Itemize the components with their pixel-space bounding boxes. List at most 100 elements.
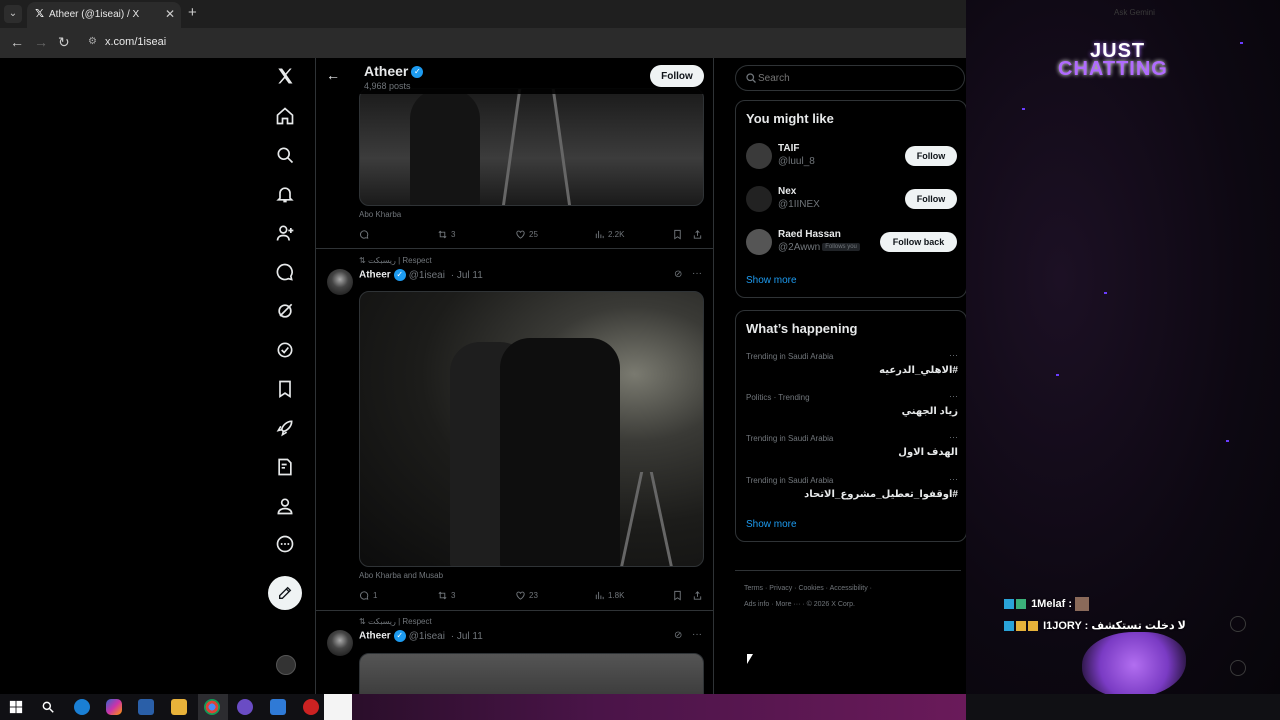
follow-button[interactable]: Follow	[650, 65, 704, 87]
suggestion-name[interactable]: Nex	[778, 186, 796, 197]
repost-count: 3	[451, 591, 456, 600]
forward-arrow-icon[interactable]: →	[34, 34, 48, 50]
like-button[interactable]: 25	[515, 229, 538, 240]
profile-icon[interactable]	[272, 493, 298, 519]
search-input[interactable]	[758, 73, 938, 84]
post-handle[interactable]: @1iseai	[409, 631, 445, 642]
tab-atheer[interactable]: 𝕏 Atheer (@1iseai) / X ✕	[27, 2, 181, 28]
taskbar-search-icon[interactable]	[40, 699, 56, 715]
grok-explain-icon[interactable]: ⊘	[674, 630, 682, 641]
edge-icon[interactable]	[74, 699, 90, 715]
url-field[interactable]: x.com/1iseai	[105, 36, 166, 48]
trend-item[interactable]: Trending in Saudi Arabia ··· #اوقفوا_تعط…	[746, 474, 958, 508]
verified-icon[interactable]	[272, 337, 298, 363]
reload-icon[interactable]: ↻	[58, 34, 70, 51]
windows-start-icon[interactable]	[8, 699, 24, 715]
suggestion-row[interactable]: Raed Hassan @2Awwn Follows you Follow bac…	[746, 227, 958, 257]
compose-button[interactable]	[268, 576, 302, 610]
copilot-icon[interactable]	[106, 699, 122, 715]
post-3-avatar[interactable]	[327, 630, 353, 656]
repost-button[interactable]: 3	[437, 590, 455, 601]
share-icon[interactable]	[692, 590, 703, 601]
add-user-icon[interactable]	[272, 220, 298, 246]
grok-icon[interactable]	[272, 298, 298, 324]
post-1-image[interactable]	[359, 88, 704, 206]
show-more-link[interactable]: Show more	[746, 519, 797, 530]
trend-more-icon[interactable]: ···	[949, 432, 958, 442]
post-more-icon[interactable]: ···	[692, 268, 702, 279]
post-handle[interactable]: @1iseai	[409, 270, 445, 281]
share-icon[interactable]	[692, 229, 703, 240]
search-icon[interactable]	[272, 142, 298, 168]
chat-badge-icon	[1016, 599, 1026, 609]
new-tab-button[interactable]: +	[188, 4, 197, 21]
taskbar-overlay	[352, 694, 966, 720]
verified-badge-icon: ✓	[393, 269, 406, 281]
reply-button[interactable]	[359, 229, 373, 240]
trend-more-icon[interactable]: ···	[949, 391, 958, 401]
back-arrow-icon[interactable]: ←	[10, 34, 24, 50]
post-date[interactable]: · Jul 11	[451, 631, 483, 642]
chrome-icon[interactable]	[204, 699, 220, 715]
grok-chat-icon[interactable]	[272, 259, 298, 285]
trend-more-icon[interactable]: ···	[949, 474, 958, 484]
post-more-icon[interactable]: ···	[692, 629, 702, 640]
x-logo-icon[interactable]	[272, 63, 298, 89]
mouse-cursor	[747, 654, 753, 664]
suggestion-row[interactable]: TAIF @luul_8 Follow	[746, 141, 958, 171]
grok-explain-icon[interactable]: ⊘	[674, 269, 682, 280]
discord-icon[interactable]	[237, 699, 253, 715]
like-button[interactable]: 23	[515, 590, 538, 601]
app-icon[interactable]	[270, 699, 286, 715]
views-button[interactable]: 2.2K	[594, 229, 624, 240]
post-author[interactable]: Atheer	[359, 270, 391, 281]
suggestion-handle: @luul_8	[778, 156, 815, 167]
bookmark-icon[interactable]	[272, 376, 298, 402]
back-arrow-icon[interactable]: ←	[326, 67, 340, 83]
trend-item[interactable]: Trending in Saudi Arabia ··· الهدف الاول	[746, 432, 958, 466]
avatar[interactable]	[746, 143, 772, 169]
follow-button[interactable]: Follow	[905, 189, 957, 209]
account-avatar[interactable]	[276, 655, 296, 675]
post-author[interactable]: Atheer	[359, 631, 391, 642]
views-button[interactable]: 1.8K	[594, 590, 624, 601]
bookmark-post-icon[interactable]	[672, 229, 683, 240]
chat-badge-icon	[1004, 599, 1014, 609]
footer-links[interactable]: Terms · Privacy · Cookies · Accessibilit…	[744, 585, 872, 592]
post-2-avatar[interactable]	[327, 269, 353, 295]
bell-icon[interactable]	[272, 181, 298, 207]
suggestion-name[interactable]: TAIF	[778, 143, 799, 154]
views-icon	[595, 230, 604, 239]
suggestion-name[interactable]: Raed Hassan	[778, 229, 841, 240]
reply-button[interactable]: 1	[359, 590, 377, 601]
like-count: 23	[529, 591, 538, 600]
store-icon[interactable]	[138, 699, 154, 715]
follow-button[interactable]: Follow	[905, 146, 957, 166]
show-more-link[interactable]: Show more	[746, 275, 797, 286]
trend-item[interactable]: Trending in Saudi Arabia ··· #الاهلي_الد…	[746, 350, 958, 384]
rocket-icon[interactable]	[272, 415, 298, 441]
post-2-image[interactable]	[359, 291, 704, 567]
more-icon[interactable]	[272, 531, 298, 557]
home-icon[interactable]	[272, 103, 298, 129]
tab-close-icon[interactable]: ✕	[165, 7, 175, 21]
search-box[interactable]	[735, 65, 965, 91]
bookmark-post-icon[interactable]	[672, 590, 683, 601]
obs-icon[interactable]	[303, 699, 319, 715]
repost-button[interactable]: 3	[437, 229, 455, 240]
avatar[interactable]	[746, 229, 772, 255]
suggestion-row[interactable]: Nex @1IINEX Follow	[746, 184, 958, 214]
tab-search-icon[interactable]: ⌄	[4, 5, 22, 23]
avatar[interactable]	[746, 186, 772, 212]
footer-links-2[interactable]: Ads info · More ··· · © 2026 X Corp.	[744, 601, 855, 608]
site-info-icon[interactable]: ⚙	[88, 36, 97, 47]
post-3-image[interactable]	[359, 653, 704, 694]
trend-more-icon[interactable]: ···	[949, 350, 958, 360]
post-2-caption: Abo Kharba and Musab	[359, 571, 444, 580]
post-date[interactable]: · Jul 11	[451, 270, 483, 281]
edit-list-icon[interactable]	[272, 454, 298, 480]
follow-back-button[interactable]: Follow back	[880, 232, 957, 252]
trend-item[interactable]: Politics · Trending ··· زياد الجهني	[746, 391, 958, 425]
chat-text: I1JORY : لا دخلت تستكشف	[1043, 620, 1186, 632]
file-explorer-icon[interactable]	[171, 699, 187, 715]
